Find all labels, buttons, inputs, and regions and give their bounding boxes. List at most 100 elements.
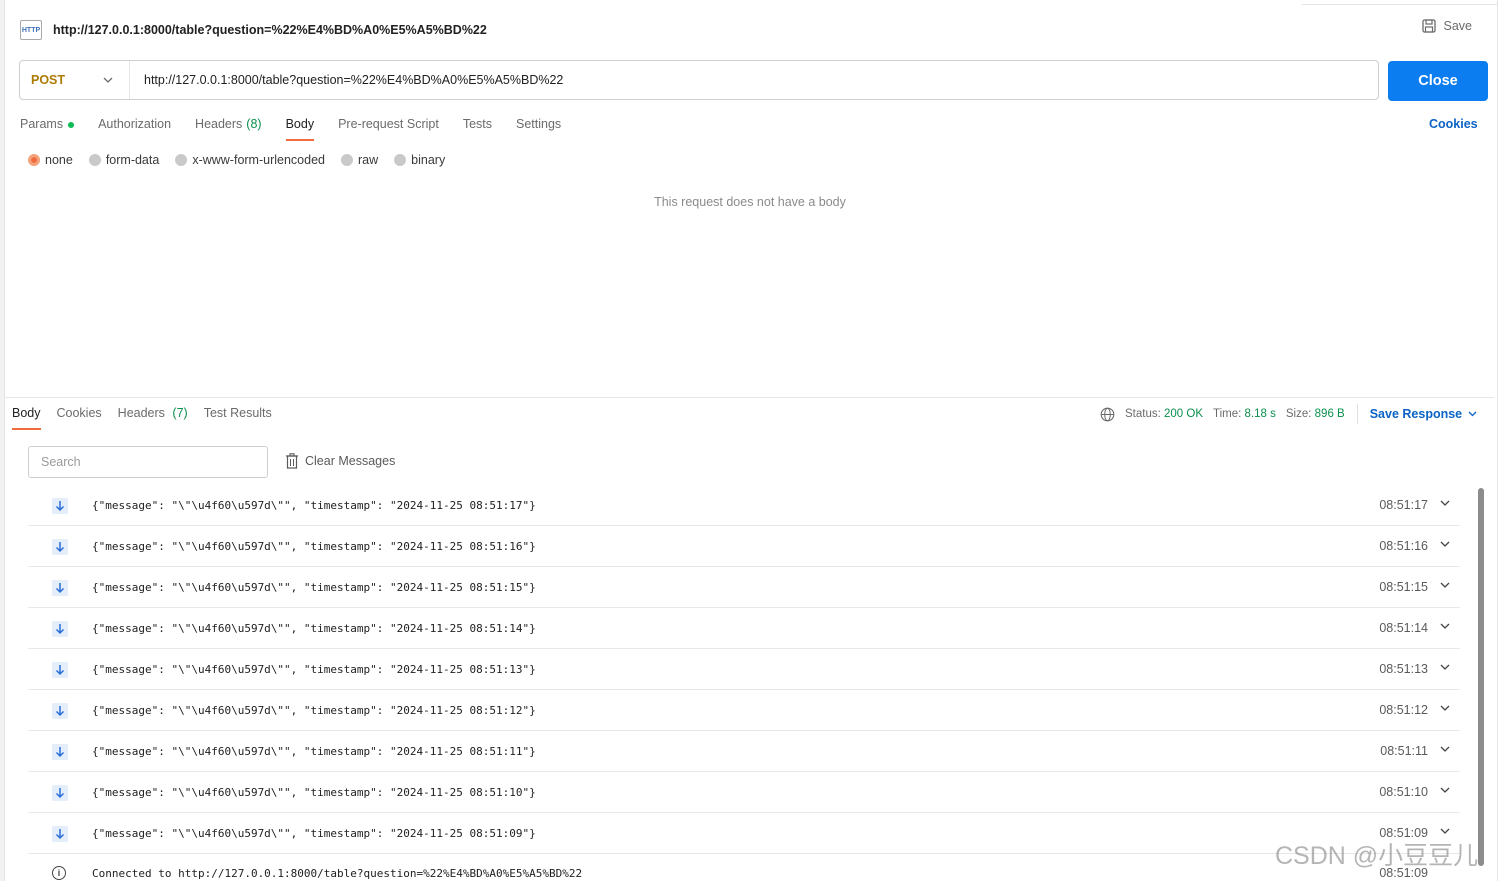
method-select[interactable]: POST <box>20 61 130 99</box>
message-row[interactable]: {"message": "\"\u4f60\u597d\"", "timesta… <box>28 690 1460 731</box>
chevron-down-icon[interactable] <box>1440 623 1450 629</box>
message-row[interactable]: {"message": "\"\u4f60\u597d\"", "timesta… <box>28 772 1460 813</box>
response-tabs: Body Cookies Headers (7) Test Results <box>12 406 272 430</box>
chevron-down-icon[interactable] <box>1440 746 1450 752</box>
message-time: 08:51:12 <box>1379 703 1428 717</box>
arrow-down-icon <box>52 785 68 801</box>
request-title[interactable]: http://127.0.0.1:8000/table?question=%22… <box>53 23 487 37</box>
tab-headers[interactable]: Headers (8) <box>195 117 262 141</box>
message-text: {"message": "\"\u4f60\u597d\"", "timesta… <box>92 539 536 553</box>
message-row[interactable]: {"message": "\"\u4f60\u597d\"", "timesta… <box>28 526 1460 567</box>
save-icon <box>1421 19 1436 33</box>
chevron-down-icon[interactable] <box>1440 787 1450 793</box>
chevron-down-icon <box>103 77 113 83</box>
message-time: 08:51:14 <box>1379 621 1428 635</box>
tab-authorization[interactable]: Authorization <box>98 117 171 141</box>
response-tab-test-results[interactable]: Test Results <box>204 406 272 430</box>
no-body-message: This request does not have a body <box>654 195 846 209</box>
message-text: {"message": "\"\u4f60\u597d\"", "timesta… <box>92 826 536 840</box>
tab-params[interactable]: Params <box>20 117 75 141</box>
tab-settings-label: Settings <box>516 117 562 131</box>
cookies-link[interactable]: Cookies <box>1429 117 1478 131</box>
message-text: {"message": "\"\u4f60\u597d\"", "timesta… <box>92 621 536 635</box>
tab-body[interactable]: Body <box>285 117 315 141</box>
http-icon: HTTP <box>20 20 42 40</box>
message-text: {"message": "\"\u4f60\u597d\"", "timesta… <box>92 744 536 758</box>
trash-icon <box>286 453 298 469</box>
tab-headers-count: (8) <box>246 117 262 131</box>
tab-params-label: Params <box>20 117 64 131</box>
params-indicator-dot <box>68 122 75 128</box>
chevron-down-icon[interactable] <box>1440 541 1450 547</box>
clear-messages-button[interactable]: Clear Messages <box>285 453 395 469</box>
response-tab-body[interactable]: Body <box>12 406 41 430</box>
message-text: {"message": "\"\u4f60\u597d\"", "timesta… <box>92 662 536 676</box>
tab-tests-label: Tests <box>462 117 492 131</box>
connection-row[interactable]: i Connected to http://127.0.0.1:8000/tab… <box>28 854 1460 884</box>
size-value: 896 B <box>1314 408 1345 420</box>
tab-settings[interactable]: Settings <box>516 117 561 141</box>
chevron-down-icon[interactable] <box>1440 582 1450 588</box>
arrow-down-icon <box>52 662 68 678</box>
response-tab-test-results-label: Test Results <box>203 406 272 420</box>
radio-x-www-form-urlencoded[interactable]: x-www-form-urlencoded <box>175 153 325 167</box>
info-icon: i <box>52 866 66 880</box>
message-row[interactable]: {"message": "\"\u4f60\u597d\"", "timesta… <box>28 813 1460 854</box>
save-response-button[interactable]: Save Response <box>1370 407 1477 421</box>
message-row[interactable]: {"message": "\"\u4f60\u597d\"", "timesta… <box>28 485 1460 526</box>
watermark: CSDN @小豆豆儿 <box>1275 842 1479 870</box>
request-tabs: Params Authorization Headers (8) Body Pre… <box>20 117 561 143</box>
body-type-radios: none form-data x-www-form-urlencoded raw… <box>28 153 445 167</box>
message-list: {"message": "\"\u4f60\u597d\"", "timesta… <box>28 485 1460 884</box>
message-time: 08:51:16 <box>1379 539 1428 553</box>
top-divider <box>1302 0 1498 5</box>
arrow-down-icon <box>52 498 68 514</box>
tab-body-label: Body <box>285 117 315 131</box>
response-tab-headers[interactable]: Headers (7) <box>118 406 188 430</box>
window-right-edge <box>1497 0 1498 881</box>
radio-dot <box>394 154 407 166</box>
message-row[interactable]: {"message": "\"\u4f60\u597d\"", "timesta… <box>28 649 1460 690</box>
save-label: Save <box>1443 19 1473 33</box>
save-button[interactable]: Save <box>1421 19 1473 33</box>
response-tab-cookies[interactable]: Cookies <box>57 406 102 430</box>
radio-none[interactable]: none <box>28 153 73 167</box>
radio-binary-label: binary <box>411 153 446 167</box>
message-time: 08:51:10 <box>1379 785 1428 799</box>
globe-icon[interactable] <box>1100 407 1115 422</box>
status-indicator[interactable]: Status: 200 OK <box>1125 408 1203 420</box>
message-text: {"message": "\"\u4f60\u597d\"", "timesta… <box>92 785 536 799</box>
chevron-down-icon[interactable] <box>1440 500 1450 506</box>
close-button[interactable]: Close <box>1388 61 1488 101</box>
message-time: 08:51:15 <box>1379 580 1428 594</box>
search-input[interactable]: Search <box>28 446 268 478</box>
tab-pre-request-script[interactable]: Pre-request Script <box>338 117 439 141</box>
url-input[interactable]: http://127.0.0.1:8000/table?question=%22… <box>144 73 563 87</box>
radio-none-label: none <box>45 153 73 167</box>
radio-form-data[interactable]: form-data <box>88 153 160 167</box>
size-indicator[interactable]: Size: 896 B <box>1286 408 1345 420</box>
message-time: 08:51:17 <box>1379 498 1428 512</box>
message-row[interactable]: {"message": "\"\u4f60\u597d\"", "timesta… <box>28 567 1460 608</box>
status-label: Status: <box>1125 408 1161 420</box>
method-label: POST <box>31 73 66 87</box>
tab-headers-label: Headers <box>195 117 243 131</box>
window-left-edge <box>0 0 5 881</box>
response-meta: Status: 200 OK Time: 8.18 s Size: 896 B … <box>1100 404 1477 424</box>
radio-binary[interactable]: binary <box>394 153 445 167</box>
tab-tests[interactable]: Tests <box>463 117 492 141</box>
chevron-down-icon[interactable] <box>1440 705 1450 711</box>
pane-divider[interactable] <box>4 397 1494 398</box>
message-text: {"message": "\"\u4f60\u597d\"", "timesta… <box>92 580 536 594</box>
message-row[interactable]: {"message": "\"\u4f60\u597d\"", "timesta… <box>28 608 1460 649</box>
arrow-down-icon <box>52 580 68 596</box>
message-time: 08:51:11 <box>1380 744 1428 758</box>
messages-scrollbar[interactable] <box>1478 488 1484 866</box>
radio-form-data-label: form-data <box>105 153 160 167</box>
chevron-down-icon[interactable] <box>1440 664 1450 670</box>
time-indicator[interactable]: Time: 8.18 s <box>1213 408 1276 420</box>
message-row[interactable]: {"message": "\"\u4f60\u597d\"", "timesta… <box>28 731 1460 772</box>
radio-raw[interactable]: raw <box>341 153 378 167</box>
time-value: 8.18 s <box>1244 408 1276 420</box>
chevron-down-icon[interactable] <box>1440 828 1450 834</box>
